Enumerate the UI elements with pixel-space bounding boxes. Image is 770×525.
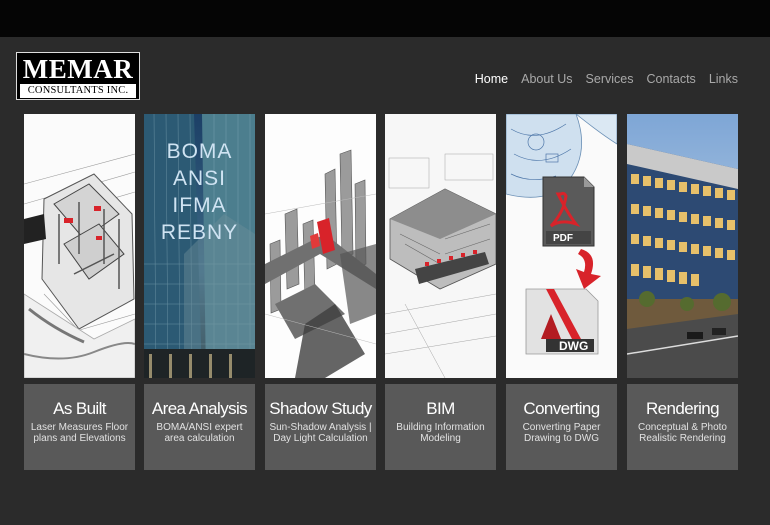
service-title: BIM bbox=[426, 399, 455, 418]
service-title: Rendering bbox=[645, 399, 720, 418]
service-description: BOMA/ANSI expert area calculation bbox=[156, 422, 243, 444]
standard-boma: BOMA bbox=[166, 140, 233, 163]
nav-contacts[interactable]: Contacts bbox=[646, 72, 695, 86]
converting-image[interactable]: PDF DWG bbox=[506, 114, 617, 378]
service-card-converting[interactable]: Converting Converting Paper Drawing to D… bbox=[506, 384, 617, 470]
nav-links[interactable]: Links bbox=[709, 72, 738, 86]
area-analysis-standards-text: BOMA ANSI IFMA REBNY bbox=[144, 138, 255, 246]
nav-home[interactable]: Home bbox=[475, 72, 508, 86]
service-description: Laser Measures Floor plans and Elevation… bbox=[30, 422, 129, 444]
company-logo[interactable]: MEMAR CONSULTANTS INC. bbox=[16, 52, 140, 100]
service-title: Area Analysis bbox=[151, 399, 248, 418]
shadow-study-image[interactable] bbox=[265, 114, 376, 378]
service-card-as-built[interactable]: As Built Laser Measures Floor plans and … bbox=[24, 384, 135, 470]
service-title: Shadow Study bbox=[269, 399, 372, 418]
nav-about-us[interactable]: About Us bbox=[521, 72, 572, 86]
nav-services[interactable]: Services bbox=[586, 72, 634, 86]
bim-image[interactable] bbox=[385, 114, 496, 378]
standard-rebny: REBNY bbox=[160, 221, 239, 244]
service-title: Converting bbox=[523, 399, 600, 418]
logo-subtitle: CONSULTANTS INC. bbox=[20, 84, 136, 98]
service-description: Building Information Modeling bbox=[396, 422, 485, 444]
dwg-label: DWG bbox=[559, 339, 589, 353]
standard-ansi: ANSI bbox=[172, 167, 226, 190]
main-nav: Home About Us Services Contacts Links bbox=[475, 72, 738, 86]
area-analysis-image[interactable]: BOMA ANSI IFMA REBNY bbox=[144, 114, 255, 378]
top-bar bbox=[0, 0, 770, 37]
pdf-label: PDF bbox=[553, 233, 573, 244]
service-card-bim[interactable]: BIM Building Information Modeling bbox=[385, 384, 496, 470]
logo-name: MEMAR bbox=[22, 54, 134, 84]
service-card-rendering[interactable]: Rendering Conceptual & Photo Realistic R… bbox=[627, 384, 738, 470]
as-built-image[interactable] bbox=[24, 114, 135, 378]
standard-ifma: IFMA bbox=[172, 194, 227, 217]
rendering-image[interactable] bbox=[627, 114, 738, 378]
service-description: Sun-Shadow Analysis | Day Light Calculat… bbox=[269, 422, 372, 444]
service-description: Conceptual & Photo Realistic Rendering bbox=[638, 422, 727, 444]
service-description: Converting Paper Drawing to DWG bbox=[522, 422, 601, 444]
service-title: As Built bbox=[53, 399, 106, 418]
service-card-shadow-study[interactable]: Shadow Study Sun-Shadow Analysis | Day L… bbox=[265, 384, 376, 470]
service-card-area-analysis[interactable]: Area Analysis BOMA/ANSI expert area calc… bbox=[144, 384, 255, 470]
